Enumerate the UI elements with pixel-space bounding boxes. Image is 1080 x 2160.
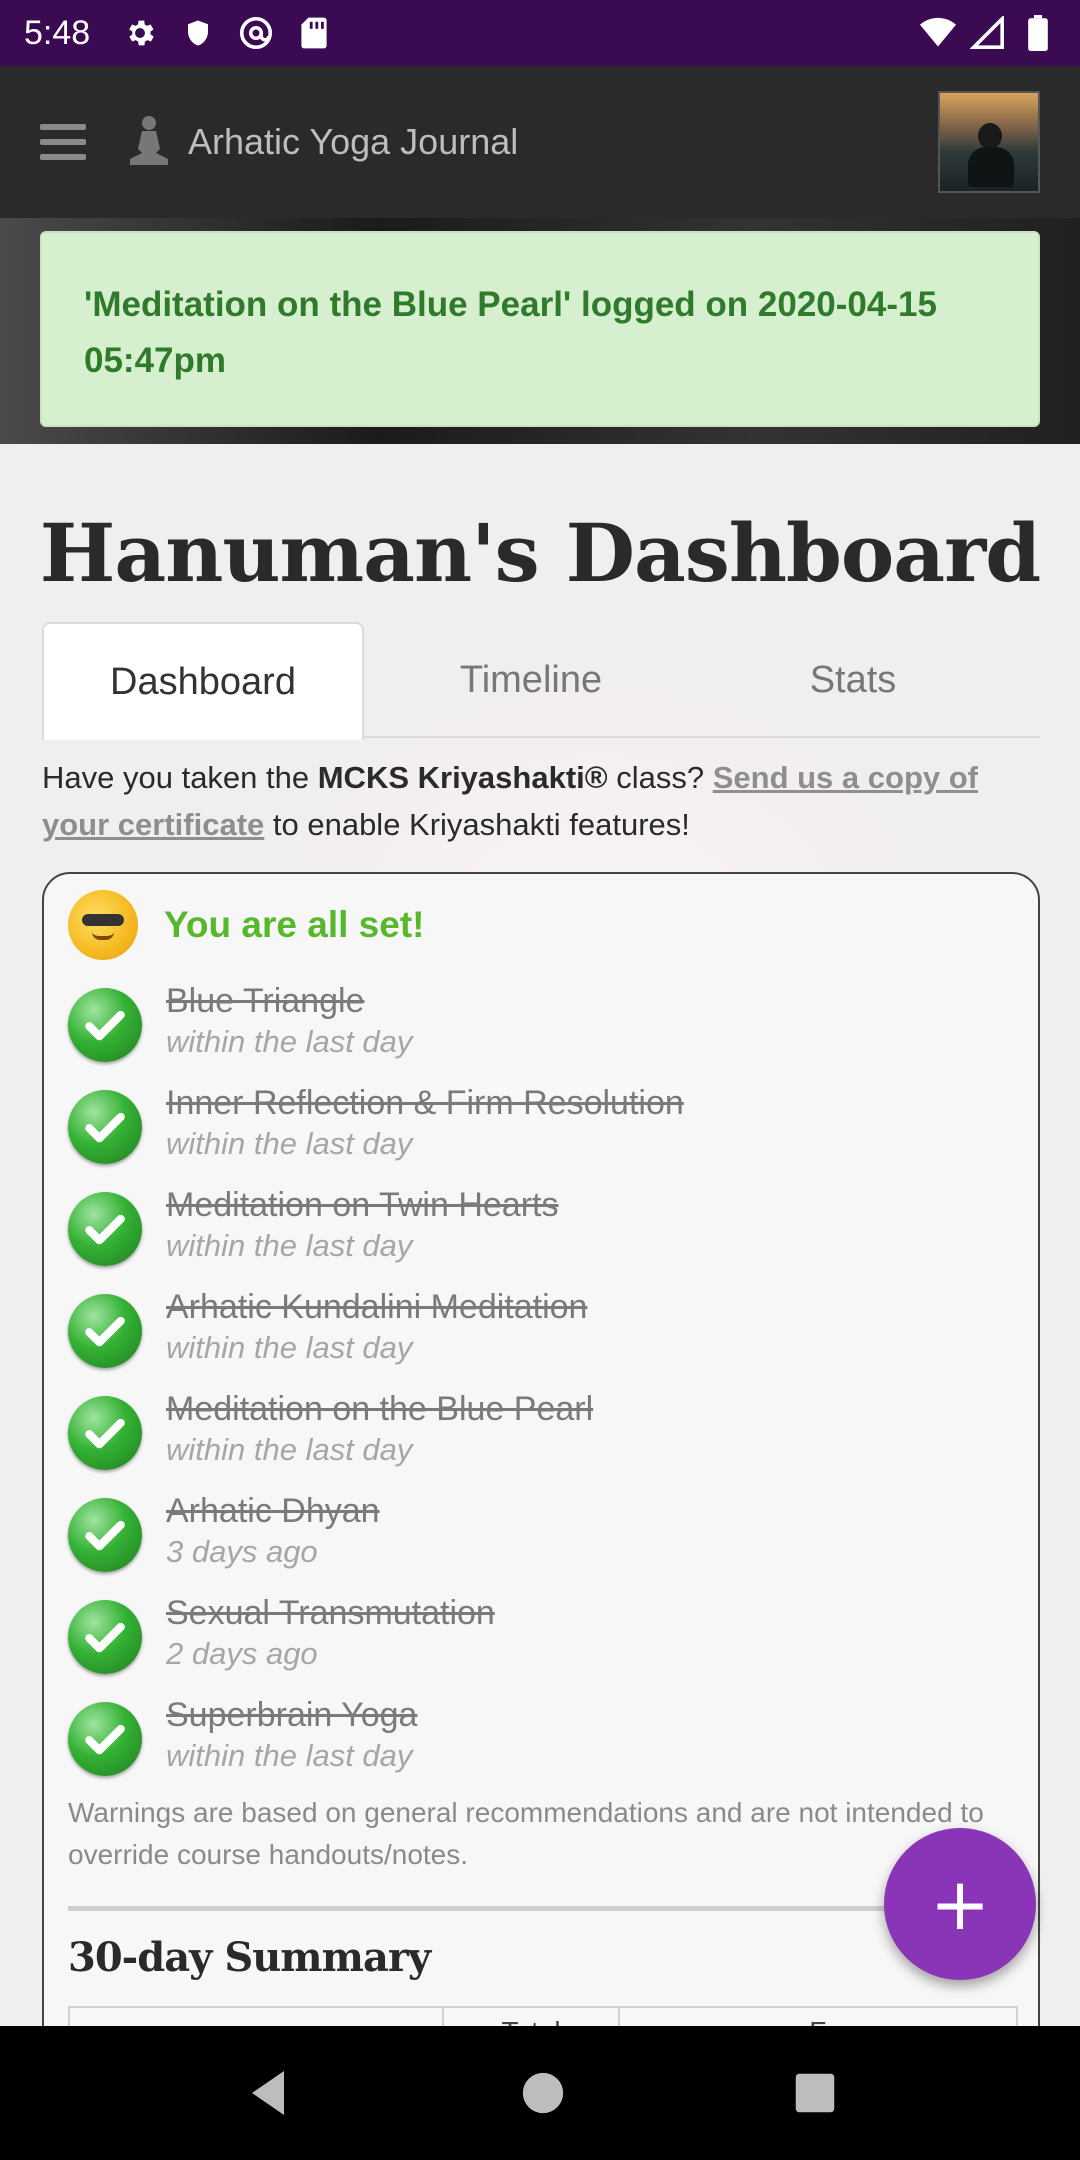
notice-class-name: MCKS Kriyashakti® (317, 760, 608, 795)
list-item[interactable]: Meditation on Twin Hearts within the las… (68, 1186, 1008, 1276)
check-icon (68, 1396, 142, 1470)
check-icon (68, 1090, 142, 1164)
list-item[interactable]: Sexual Transmutation 2 days ago (68, 1594, 1008, 1684)
battery-icon (1020, 15, 1056, 51)
status-bar: 5:48 (0, 0, 1080, 66)
item-when: within the last day (166, 1126, 413, 1161)
menu-icon[interactable] (40, 124, 86, 160)
item-name: Arhatic Dhyan (166, 1492, 380, 1530)
kriyashakti-notice: Have you taken the MCKS Kriyashakti® cla… (42, 754, 1042, 848)
practice-checklist-card: You are all set! Blue Triangle within th… (42, 872, 1040, 2026)
plus-icon: + (929, 1862, 991, 1946)
main-content: Hanuman's Dashboard Dashboard Timeline S… (0, 444, 1080, 2026)
user-avatar[interactable] (938, 91, 1040, 193)
list-item[interactable]: Superbrain Yoga within the last day (68, 1696, 1008, 1786)
check-icon (68, 1192, 142, 1266)
item-name: Blue Triangle (166, 982, 365, 1020)
item-when: 3 days ago (166, 1534, 318, 1569)
item-name: Sexual Transmutation (166, 1594, 495, 1632)
tab-timeline[interactable]: Timeline (370, 622, 692, 738)
sd-card-icon (296, 15, 332, 51)
meditation-figure-icon (130, 116, 168, 165)
status-time: 5:48 (24, 13, 91, 52)
check-icon (68, 1294, 142, 1368)
warning-note: Warnings are based on general recommenda… (68, 1797, 984, 1870)
summary-title: 30-day Summary (68, 1934, 431, 1981)
item-name: Inner Reflection & Firm Resolution (166, 1084, 684, 1122)
tab-stats[interactable]: Stats (692, 622, 1014, 738)
page-title: Hanuman's Dashboard (39, 506, 1041, 600)
table-header-cell (70, 2008, 445, 2026)
list-item[interactable]: Inner Reflection & Firm Resolution withi… (68, 1084, 1008, 1174)
table-header-total: Total (444, 2008, 620, 2026)
hero-banner: 'Meditation on the Blue Pearl' logged on… (0, 218, 1080, 444)
back-icon[interactable] (244, 2067, 292, 2119)
summary-table-header: Total F (68, 2006, 1018, 2026)
check-icon (68, 1600, 142, 1674)
recents-icon[interactable] (794, 2072, 836, 2114)
app-bar: Arhatic Yoga Journal (0, 66, 1080, 218)
system-nav-bar (0, 2026, 1080, 2160)
gear-icon (122, 15, 158, 51)
list-item[interactable]: Blue Triangle within the last day (68, 982, 1008, 1072)
wifi-icon (920, 15, 956, 51)
table-header-f: F (620, 2008, 1016, 2026)
item-when: within the last day (166, 1738, 413, 1773)
tab-bar: Dashboard Timeline Stats (42, 622, 1040, 740)
sun-sunglasses-icon (68, 890, 138, 960)
item-when: within the last day (166, 1024, 413, 1059)
check-icon (68, 1498, 142, 1572)
divider (68, 1906, 1018, 1911)
all-set-row: You are all set! (68, 890, 424, 960)
success-alert: 'Meditation on the Blue Pearl' logged on… (40, 231, 1040, 427)
check-icon (68, 988, 142, 1062)
item-name: Arhatic Kundalini Meditation (166, 1288, 588, 1326)
item-name: Meditation on the Blue Pearl (166, 1390, 594, 1428)
list-item[interactable]: Arhatic Kundalini Meditation within the … (68, 1288, 1008, 1378)
at-sign-icon (238, 15, 274, 51)
check-icon (68, 1702, 142, 1776)
tab-dashboard[interactable]: Dashboard (42, 622, 364, 740)
notice-middle: class? (607, 760, 713, 795)
alert-message: 'Meditation on the Blue Pearl' logged on… (84, 285, 937, 380)
shield-icon (180, 15, 216, 51)
item-when: within the last day (166, 1432, 413, 1467)
notice-suffix: to enable Kriyashakti features! (264, 807, 690, 842)
home-icon[interactable] (521, 2071, 565, 2115)
cell-signal-icon (970, 15, 1006, 51)
add-entry-button[interactable]: + (884, 1828, 1036, 1980)
list-item[interactable]: Meditation on the Blue Pearl within the … (68, 1390, 1008, 1480)
item-when: 2 days ago (166, 1636, 318, 1671)
item-name: Meditation on Twin Hearts (166, 1186, 559, 1224)
all-set-text: You are all set! (164, 904, 425, 945)
list-item[interactable]: Arhatic Dhyan 3 days ago (68, 1492, 1008, 1582)
notice-prefix: Have you taken the (42, 760, 318, 795)
app-title[interactable]: Arhatic Yoga Journal (188, 121, 518, 163)
item-when: within the last day (166, 1330, 413, 1365)
item-when: within the last day (166, 1228, 413, 1263)
item-name: Superbrain Yoga (166, 1696, 418, 1734)
